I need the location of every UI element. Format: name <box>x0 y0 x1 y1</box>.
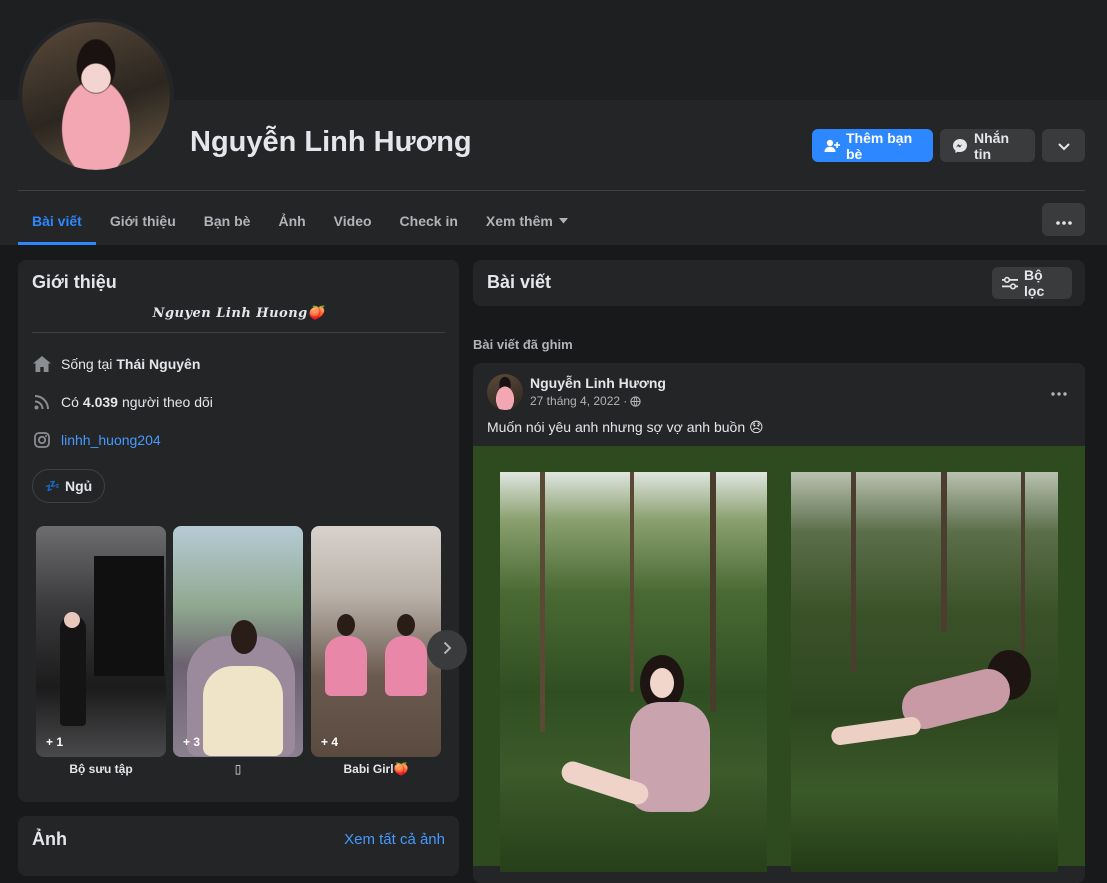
intro-title: Giới thiệu <box>32 272 117 292</box>
photos-card: Ảnh Xem tất cả ảnh <box>18 816 459 876</box>
tab-friends[interactable]: Bạn bè <box>190 196 265 245</box>
photos-title: Ảnh <box>32 829 67 849</box>
tab-label: Giới thiệu <box>109 212 176 229</box>
hobby-label: Ngủ <box>64 478 93 494</box>
tab-label: Xem thêm <box>485 212 553 229</box>
messenger-icon <box>952 138 968 154</box>
story-dark-panel <box>94 556 164 676</box>
tree-trunk <box>630 472 634 692</box>
story-count: + 1 <box>46 735 64 749</box>
story-hair <box>231 620 257 654</box>
tree-trunk <box>851 472 856 672</box>
subject-legs <box>830 715 922 747</box>
tab-label: Bạn bè <box>203 212 251 229</box>
story-label: Bộ sưu tập <box>69 762 133 776</box>
tree-trunk <box>540 472 545 732</box>
tabs-more-button[interactable] <box>1042 203 1085 236</box>
lives-city[interactable]: Thái Nguyên <box>116 356 200 372</box>
chevron-right-icon <box>443 641 452 660</box>
story-hair-left <box>337 614 355 636</box>
more-actions-button[interactable] <box>1042 129 1085 162</box>
post-photo-right[interactable] <box>791 472 1058 872</box>
home-icon <box>32 354 52 374</box>
story-dress-right <box>385 636 427 696</box>
filter-icon <box>1002 276 1018 290</box>
story-label: Babi Girl🍑 <box>343 762 409 776</box>
profile-avatar[interactable] <box>18 18 174 174</box>
hobby-chip[interactable]: 💤 Ngủ <box>32 469 106 503</box>
followers-count: 4.039 <box>82 394 118 410</box>
followers-suffix: người theo dõi <box>121 394 213 410</box>
story-dress <box>203 666 283 756</box>
story-dress-left <box>325 636 367 696</box>
tab-label: Video <box>333 212 372 229</box>
posts-header-card: Bài viết Bộ lọc <box>473 260 1085 306</box>
featured-story[interactable]: + 4 <box>311 526 441 757</box>
lives-in-row: Sống tại Thái Nguyên <box>32 354 204 374</box>
ellipsis-icon <box>1055 212 1072 228</box>
tab-videos[interactable]: Video <box>320 196 386 245</box>
tab-label: Ảnh <box>278 212 306 229</box>
story-hair-right <box>397 614 415 636</box>
profile-tabs: Bài viết Giới thiệu Bạn bè Ảnh Video Che… <box>18 196 582 245</box>
story-label: ▯ <box>234 762 242 776</box>
story-figure <box>60 616 86 726</box>
followers-row: Có 4.039 người theo dõi <box>32 392 213 412</box>
post-author-avatar[interactable] <box>487 374 523 410</box>
instagram-link[interactable]: linhh_huong204 <box>61 432 161 448</box>
story-count: + 4 <box>321 735 339 749</box>
instagram-icon <box>32 430 52 450</box>
story-count: + 3 <box>183 735 201 749</box>
story-face <box>64 612 80 628</box>
ellipsis-icon <box>1051 383 1067 400</box>
subject-face <box>650 668 674 698</box>
tab-more[interactable]: Xem thêm <box>472 196 582 245</box>
featured-story[interactable]: + 3 <box>173 526 303 757</box>
caret-down-icon <box>558 217 568 224</box>
intro-bio: Nguyen Linh Huong🍑 <box>32 306 445 333</box>
post-options-button[interactable] <box>1051 383 1067 401</box>
intro-card: Giới thiệu Nguyen Linh Huong🍑 Sống tại T… <box>18 260 467 802</box>
add-friend-icon <box>824 139 840 153</box>
followers-prefix: Có <box>61 394 79 410</box>
rss-icon <box>32 392 52 412</box>
tab-label: Check in <box>399 212 458 229</box>
filter-label: Bộ lọc <box>1024 267 1045 299</box>
post-photo-frame[interactable] <box>473 446 1085 872</box>
see-all-photos-link[interactable]: Xem tất cả ảnh <box>344 831 445 848</box>
add-friend-label: Thêm bạn bè <box>846 129 913 162</box>
stories-next-button[interactable] <box>427 630 467 670</box>
tab-photos[interactable]: Ảnh <box>264 196 319 245</box>
sleep-emoji: 💤 <box>45 479 60 493</box>
post-text: Muốn nói yêu anh nhưng sợ vợ anh buồn 😞 <box>487 419 764 435</box>
chevron-down-icon <box>1058 138 1070 154</box>
tab-posts[interactable]: Bài viết <box>18 196 96 245</box>
header-divider <box>18 190 1085 191</box>
instagram-row: linhh_huong204 <box>32 430 161 450</box>
tab-about[interactable]: Giới thiệu <box>96 196 190 245</box>
post-meta: 27 tháng 4, 2022 · <box>530 394 642 408</box>
tree-trunk <box>710 472 716 712</box>
post-photo-left[interactable] <box>500 472 767 872</box>
profile-name: Nguyễn Linh Hương <box>190 126 472 158</box>
filter-button[interactable]: Bộ lọc <box>992 267 1072 299</box>
pinned-posts-label: Bài viết đã ghim <box>473 337 573 352</box>
featured-story[interactable]: + 1 <box>36 526 166 757</box>
message-label: Nhắn tin <box>974 129 1009 162</box>
tree-trunk <box>1021 472 1025 652</box>
tree-trunk <box>941 472 947 632</box>
lives-prefix: Sống tại <box>61 356 113 372</box>
message-button[interactable]: Nhắn tin <box>940 129 1035 162</box>
post-author-name[interactable]: Nguyễn Linh Hương <box>530 375 666 391</box>
globe-icon <box>630 395 642 407</box>
post-card: Nguyễn Linh Hương 27 tháng 4, 2022 · Muố… <box>473 363 1085 883</box>
tab-check-ins[interactable]: Check in <box>386 196 472 245</box>
tab-label: Bài viết <box>32 212 82 229</box>
posts-title: Bài viết <box>487 272 552 292</box>
avatar-image <box>22 22 170 170</box>
post-date[interactable]: 27 tháng 4, 2022 · <box>530 394 627 408</box>
add-friend-button[interactable]: Thêm bạn bè <box>812 129 933 162</box>
